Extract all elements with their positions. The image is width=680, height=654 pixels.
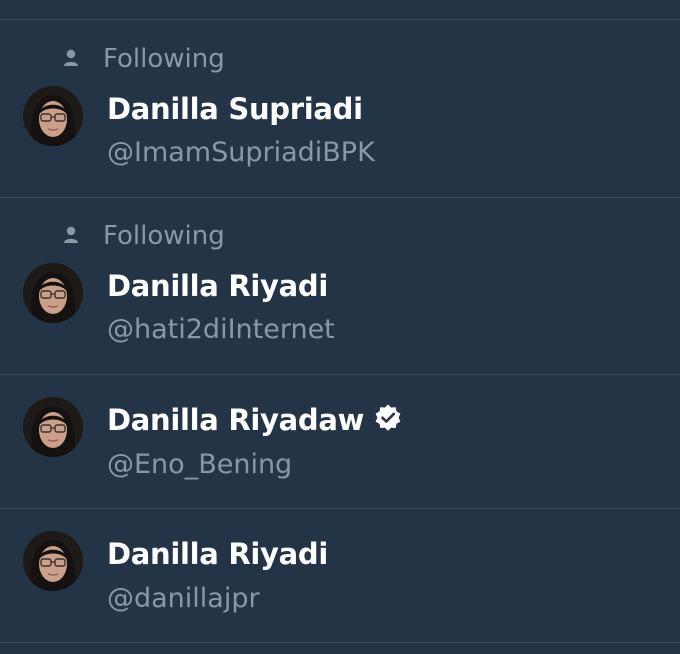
user-name[interactable]: Danilla Riyadi (107, 537, 328, 571)
person-icon (63, 44, 79, 74)
user-handle: @hati2diInternet (107, 314, 335, 345)
avatar[interactable] (23, 531, 83, 591)
user-handle: @ImamSupriadiBPK (107, 137, 375, 168)
social-context: Following (0, 44, 680, 74)
user-name[interactable]: Danilla Riyadi (107, 269, 328, 303)
user-cell[interactable]: Following Danilla Riyadi @hati2diInterne… (0, 198, 680, 375)
user-cell[interactable]: Danilla Riyadaw @Eno_Bening (0, 375, 680, 509)
avatar[interactable] (23, 397, 83, 457)
social-context-label: Following (103, 44, 225, 74)
user-handle: @Eno_Bening (107, 449, 293, 480)
user-name-line: Danilla Supriadi (107, 90, 363, 128)
user-cell[interactable]: Danilla Riyadi @danillajpr (0, 509, 680, 643)
person-icon (63, 221, 79, 251)
avatar[interactable] (23, 86, 83, 146)
user-name-line: Danilla Riyadi (107, 535, 328, 573)
user-name-line: Danilla Riyadaw (107, 401, 403, 439)
user-name[interactable]: Danilla Supriadi (107, 92, 363, 126)
social-context: Following (0, 221, 680, 251)
user-cell[interactable]: Following Danilla Supriadi @ImamSupriadi… (0, 20, 680, 198)
avatar[interactable] (23, 263, 83, 323)
social-context-label: Following (103, 221, 225, 251)
user-list: Following Danilla Supriadi @ImamSupriadi… (0, 0, 680, 654)
user-name-line: Danilla Riyadi (107, 267, 328, 305)
user-name[interactable]: Danilla Riyadaw (107, 403, 364, 437)
user-handle: @danillajpr (107, 583, 260, 614)
verified-badge-icon (373, 403, 403, 433)
